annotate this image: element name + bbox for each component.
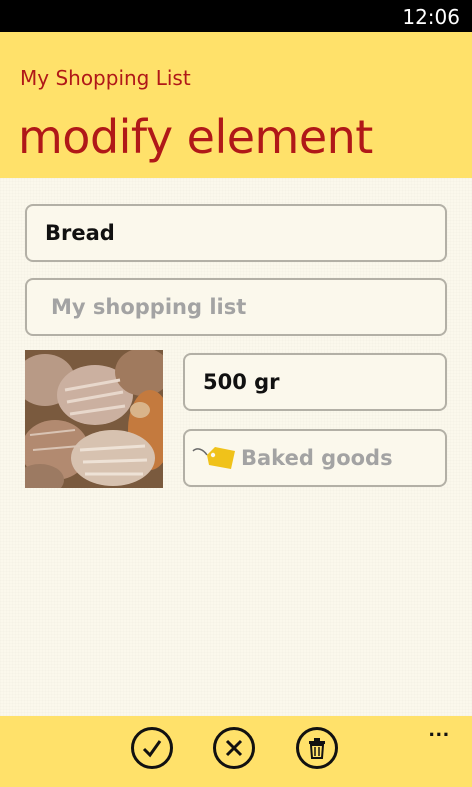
list-name-field[interactable]: My shopping list <box>25 278 447 336</box>
quantity-field[interactable]: 500 gr <box>183 353 447 411</box>
tag-icon <box>192 447 235 469</box>
form-content: Bread My shopping list 500 gr Baked good… <box>0 178 472 716</box>
quantity-value: 500 gr <box>203 370 280 394</box>
app-title: My Shopping List <box>20 66 191 90</box>
page-title: modify element <box>18 110 373 164</box>
category-value: Baked goods <box>241 446 393 470</box>
category-field[interactable]: Baked goods <box>183 429 447 487</box>
save-button[interactable] <box>131 727 173 769</box>
status-bar: 12:06 <box>0 0 472 32</box>
page-header: My Shopping List modify element <box>0 32 472 178</box>
list-name-value: My shopping list <box>51 295 247 319</box>
item-name-value: Bread <box>45 221 115 245</box>
more-options-button[interactable]: ... <box>429 718 450 740</box>
close-icon <box>225 739 243 757</box>
app-bar: ... <box>0 716 472 787</box>
trash-icon <box>309 738 325 759</box>
item-name-field[interactable]: Bread <box>25 204 447 262</box>
checkmark-icon <box>142 740 162 758</box>
delete-button[interactable] <box>296 727 338 769</box>
cancel-button[interactable] <box>213 727 255 769</box>
bread-photo[interactable] <box>25 350 163 488</box>
status-time: 12:06 <box>402 5 460 29</box>
